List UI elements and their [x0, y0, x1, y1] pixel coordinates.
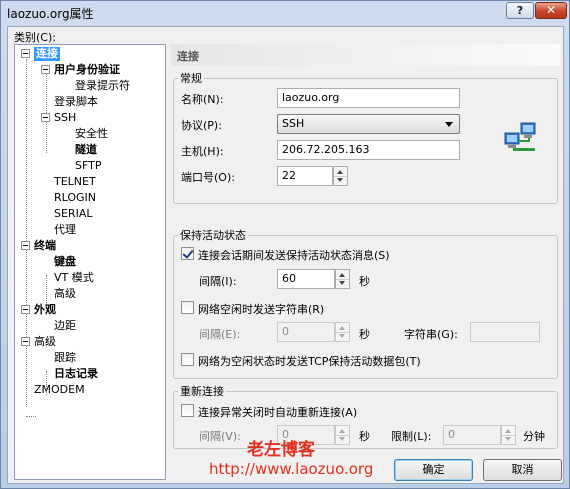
- tree-item-login-prompt[interactable]: 登录提示符: [75, 79, 130, 93]
- tree-item-margins[interactable]: 边距: [54, 319, 76, 333]
- chevron-down-icon: [445, 122, 453, 127]
- tree-item-auth[interactable]: 用户身份验证: [54, 63, 120, 77]
- window-title: laozuo.org属性: [7, 7, 94, 21]
- cancel-button[interactable]: 取消: [483, 459, 562, 481]
- tree-item-vt-mode[interactable]: VT 模式: [54, 271, 94, 285]
- ok-button[interactable]: 确定: [394, 459, 473, 481]
- tree-item-logging[interactable]: 日志记录: [54, 367, 98, 381]
- limit-field[interactable]: 0: [443, 425, 501, 445]
- interval1-label: 间隔(I):: [199, 275, 237, 288]
- interval2-unit: 秒: [359, 328, 370, 341]
- tree-item-terminal-advanced[interactable]: 高级: [54, 287, 76, 301]
- help-button[interactable]: ?: [506, 2, 534, 19]
- tree-item-serial[interactable]: SERIAL: [54, 207, 92, 221]
- send-string-label: 网络空闲时发送字符串(R): [198, 303, 325, 316]
- title-bar: laozuo.org属性 ? ✕: [1, 1, 569, 23]
- interval2-field[interactable]: 0: [277, 322, 335, 342]
- auto-reconnect-label: 连接异常关闭时自动重新连接(A): [198, 406, 358, 419]
- category-tree[interactable]: 连接 用户身份验证 登录提示符 登录脚本 SSH 安全性 隧道 SFTP TEL…: [14, 44, 166, 480]
- interval1-spinner[interactable]: [335, 269, 350, 289]
- tree-item-telnet[interactable]: TELNET: [54, 175, 96, 189]
- tree-item-keyboard[interactable]: 键盘: [54, 255, 76, 269]
- tree-item-security[interactable]: 安全性: [75, 127, 108, 141]
- tree-item-rlogin[interactable]: RLOGIN: [54, 191, 96, 205]
- tree-item-proxy[interactable]: 代理: [54, 223, 76, 237]
- tree-item-zmodem[interactable]: ZMODEM: [34, 383, 85, 397]
- network-computers-icon: [504, 122, 536, 151]
- tree-item-advanced[interactable]: 高级: [34, 335, 56, 349]
- send-string-checkbox[interactable]: [181, 301, 194, 314]
- send-keepalive-label: 连接会话期间发送保持活动状态消息(S): [198, 249, 390, 262]
- reconnect-legend: 重新连接: [180, 385, 224, 398]
- string-label: 字符串(G):: [404, 328, 458, 341]
- collapse-icon[interactable]: [21, 337, 30, 346]
- interval2-spinner[interactable]: [335, 322, 350, 342]
- interval2-label: 间隔(E):: [199, 328, 241, 341]
- port-spinner[interactable]: [333, 166, 348, 186]
- tcp-keepalive-checkbox[interactable]: [181, 353, 194, 366]
- limit-unit: 分钟: [523, 430, 545, 443]
- collapse-icon[interactable]: [41, 113, 50, 122]
- protocol-select[interactable]: SSH: [277, 114, 460, 134]
- settings-panel: 连接 常规 名称(N): laozuo.org 协议(P): SSH 主机(H)…: [171, 44, 560, 451]
- port-field[interactable]: 22: [277, 166, 333, 186]
- name-label: 名称(N):: [181, 93, 224, 106]
- host-label: 主机(H):: [181, 145, 224, 158]
- dialog-body: 类别(C): 连接 用户身份验证 登录提示符 登录脚本 SSH 安全性 隧道 S…: [7, 26, 564, 484]
- collapse-icon[interactable]: [21, 241, 30, 250]
- tree-item-ssh[interactable]: SSH: [54, 111, 76, 125]
- properties-dialog: laozuo.org属性 ? ✕ 类别(C): 连接 用户身份验证 登录提示符 …: [0, 0, 570, 489]
- tree-item-tunnel[interactable]: 隧道: [75, 143, 97, 157]
- host-field[interactable]: 206.72.205.163: [277, 140, 460, 160]
- tree-item-sftp[interactable]: SFTP: [75, 159, 101, 173]
- panel-title: 连接: [171, 44, 560, 66]
- auto-reconnect-checkbox[interactable]: [181, 404, 194, 417]
- reconnect-interval-unit: 秒: [359, 430, 370, 443]
- watermark-name: 老左博客: [247, 440, 315, 460]
- general-legend: 常规: [180, 72, 202, 85]
- name-field[interactable]: laozuo.org: [277, 88, 460, 108]
- send-keepalive-checkbox[interactable]: [181, 247, 194, 260]
- reconnect-interval-label: 间隔(V):: [199, 430, 241, 443]
- interval1-unit: 秒: [359, 275, 370, 288]
- tree-line: [46, 71, 47, 153]
- protocol-value: SSH: [282, 117, 305, 130]
- tree-item-terminal[interactable]: 终端: [34, 239, 56, 253]
- category-label: 类别(C):: [14, 31, 56, 44]
- limit-spinner[interactable]: [501, 425, 516, 445]
- tree-item-login-script[interactable]: 登录脚本: [54, 95, 98, 109]
- collapse-icon[interactable]: [21, 305, 30, 314]
- string-field[interactable]: [470, 322, 540, 342]
- reconnect-interval-spinner[interactable]: [335, 425, 350, 445]
- collapse-icon[interactable]: [21, 49, 30, 58]
- close-button[interactable]: ✕: [535, 2, 567, 19]
- tree-line: [26, 416, 36, 417]
- tree-line: [26, 59, 27, 407]
- keepalive-legend: 保持活动状态: [180, 229, 246, 242]
- port-label: 端口号(O):: [181, 171, 235, 184]
- limit-label: 限制(L):: [391, 430, 432, 443]
- tree-item-appearance[interactable]: 外观: [34, 303, 56, 317]
- watermark-url: http://www.laozuo.org: [209, 460, 374, 478]
- interval1-field[interactable]: 60: [277, 269, 335, 289]
- tree-item-trace[interactable]: 跟踪: [54, 351, 76, 365]
- protocol-label: 协议(P):: [181, 119, 222, 132]
- collapse-icon[interactable]: [41, 65, 50, 74]
- tcp-keepalive-label: 网络为空闲状态时发送TCP保持活动数据包(T): [198, 355, 421, 368]
- tree-item-connection[interactable]: 连接: [34, 47, 60, 61]
